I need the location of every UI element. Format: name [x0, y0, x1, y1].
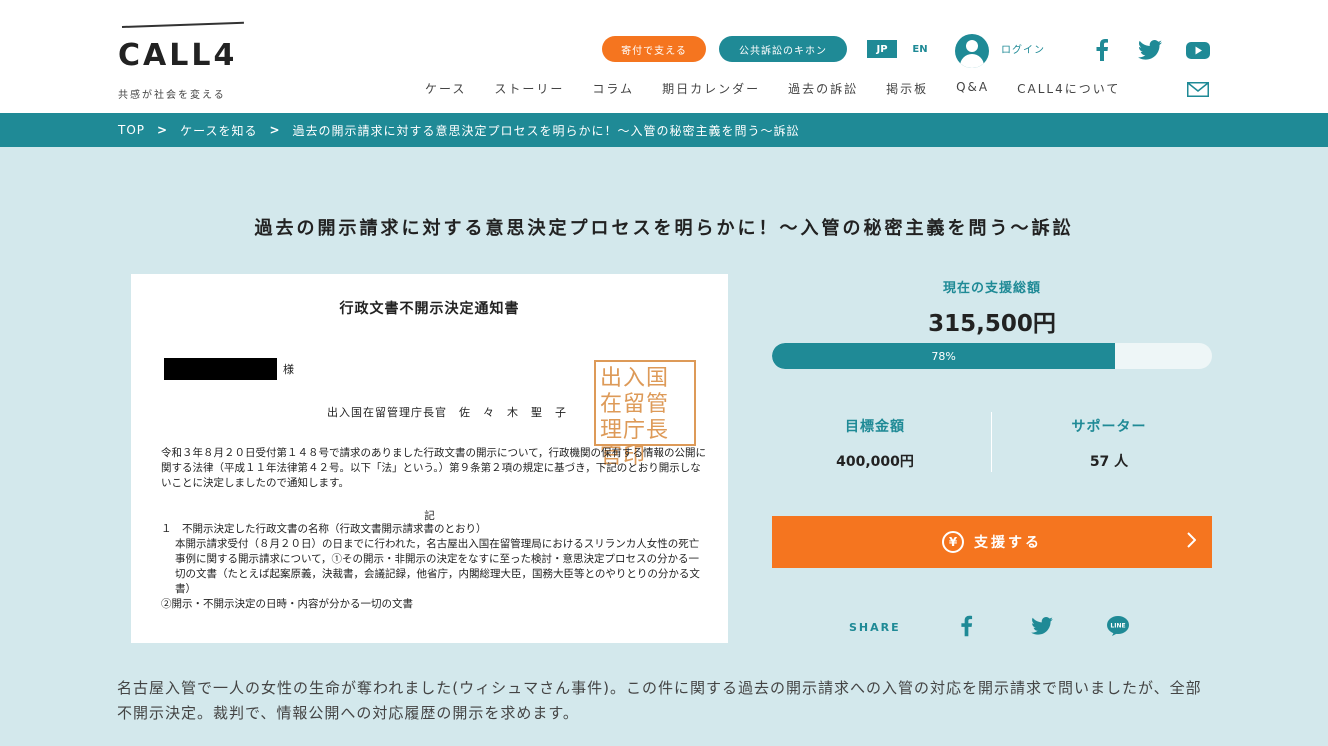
document-body: 令和３年８月２０日受付第１４８号で請求のありました行政文書の開示について，行政機…: [161, 447, 706, 489]
breadcrumb-cases[interactable]: ケースを知る: [180, 122, 257, 139]
document-item-body2: ②開示・不開示決定の日時・内容が分かる一切の文書: [161, 598, 413, 610]
nav-item-columns[interactable]: コラム: [592, 80, 634, 97]
basics-button[interactable]: 公共訴訟のキホン: [719, 36, 847, 62]
share-label: SHARE: [849, 621, 901, 634]
document-item-body: 本開示請求受付（８月２０日）の日までに行われた，名古屋出入国在留管理局におけるス…: [175, 538, 700, 595]
mail-icon[interactable]: [1187, 82, 1209, 97]
svg-text:LINE: LINE: [1110, 623, 1125, 630]
nav-item-about[interactable]: CALL4について: [1017, 80, 1120, 97]
youtube-icon[interactable]: [1186, 38, 1210, 62]
nav-item-past-cases[interactable]: 過去の訴訟: [788, 80, 858, 97]
document-sender: 出入国在留管理庁長官 佐 々 木 聖 子: [327, 406, 567, 419]
funding-progress-bar: 78%: [772, 343, 1212, 369]
share-facebook-icon[interactable]: [954, 614, 978, 638]
case-document-image: 行政文書不開示決定通知書 様 出入国在留管理庁長官 佐 々 木 聖 子 出入国在…: [131, 274, 728, 643]
support-button[interactable]: ¥ 支援する: [772, 516, 1212, 568]
nav-item-qa[interactable]: Q&A: [956, 80, 989, 97]
donate-button[interactable]: 寄付で支える: [602, 36, 706, 62]
total-support-label: 現在の支援総額: [942, 281, 1041, 296]
breadcrumb-top[interactable]: TOP: [118, 123, 145, 137]
supporters-label: サポーター: [1071, 419, 1147, 435]
total-support-amount: 315,500円: [928, 311, 1056, 337]
lang-en-button[interactable]: EN: [909, 40, 931, 58]
logo-stroke: [121, 21, 244, 28]
call4-logo[interactable]: CALL4 共感が社会を変える: [118, 21, 258, 101]
document-item: １ 不開示決定した行政文書の名称（行政文書開示請求書のとおり） 本開示請求受付（…: [161, 522, 709, 612]
breadcrumb-separator: >: [269, 123, 281, 137]
breadcrumb-separator: >: [157, 123, 169, 137]
progress-label: 78%: [931, 349, 956, 363]
user-avatar-icon[interactable]: [955, 34, 989, 68]
facebook-icon[interactable]: [1090, 38, 1114, 62]
supporters-value: 57 人: [1089, 454, 1129, 470]
main-nav: ケース ストーリー コラム 期日カレンダー 過去の訴訟 掲示板 Q&A CALL…: [425, 80, 1148, 97]
document-ki: 記: [424, 510, 435, 522]
login-link[interactable]: ログイン: [1001, 41, 1045, 56]
nav-item-board[interactable]: 掲示板: [886, 80, 928, 97]
nav-item-calendar[interactable]: 期日カレンダー: [662, 80, 760, 97]
logo-text: CALL4: [118, 38, 238, 73]
support-button-label: 支援する: [974, 535, 1042, 551]
goal-label: 目標金額: [845, 419, 905, 435]
redacted-name: [164, 358, 277, 380]
share-twitter-icon[interactable]: [1030, 614, 1054, 638]
twitter-icon[interactable]: [1138, 38, 1162, 62]
official-seal-stamp: 出入国在留管理庁長官印: [594, 360, 696, 469]
goal-value: 400,000円: [836, 454, 914, 470]
nav-item-cases[interactable]: ケース: [425, 80, 466, 97]
document-title: 行政文書不開示決定通知書: [339, 301, 520, 317]
yen-icon: ¥: [942, 531, 964, 553]
lang-jp-button[interactable]: JP: [867, 40, 897, 58]
page-title: 過去の開示請求に対する意思決定プロセスを明らかに！〜入管の秘密主義を問う〜訴訟: [254, 218, 1074, 239]
document-item-heading: １ 不開示決定した行政文書の名称（行政文書開示請求書のとおり）: [161, 523, 487, 535]
breadcrumb: TOP > ケースを知る > 過去の開示請求に対する意思決定プロセスを明らかに！…: [0, 113, 1328, 147]
case-description: 名古屋入管で一人の女性の生命が奪われました(ウィシュマさん事件)。この件に関する…: [117, 679, 1202, 722]
nav-item-stories[interactable]: ストーリー: [494, 80, 564, 97]
stat-divider: [991, 412, 992, 472]
breadcrumb-current: 過去の開示請求に対する意思決定プロセスを明らかに！〜入管の秘密主義を問う〜訴訟: [292, 123, 800, 138]
logo-tagline: 共感が社会を変える: [118, 90, 226, 101]
progress-fill: 78%: [772, 343, 1116, 369]
chevron-right-icon: [1187, 532, 1197, 552]
site-header: CALL4 共感が社会を変える 寄付で支える 公共訴訟のキホン JP EN ログ…: [0, 0, 1328, 113]
share-line-icon[interactable]: LINE: [1106, 614, 1130, 638]
document-salutation: 様: [283, 363, 294, 376]
